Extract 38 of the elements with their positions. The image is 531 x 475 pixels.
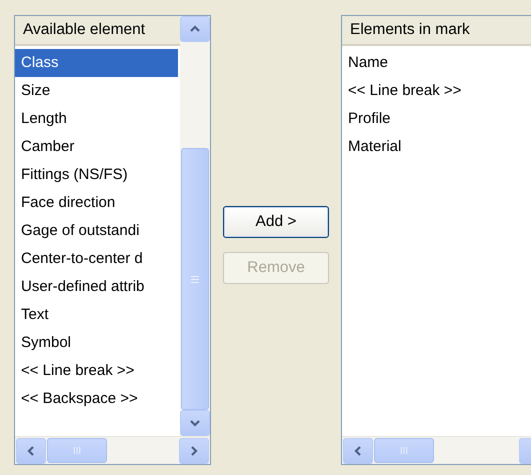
add-button[interactable]: Add > (223, 206, 329, 238)
scrollbar[interactable] (180, 16, 210, 436)
scroll-thumb[interactable] (181, 148, 209, 410)
chevron-icon (190, 420, 200, 427)
column-header: Elements in mark (342, 16, 531, 46)
scroll-right-button[interactable] (179, 438, 209, 464)
chevron-icon (191, 446, 198, 456)
scroll-thumb[interactable] (47, 438, 107, 463)
list-box[interactable]: Available element Class Size Length Camber Fittings (NS/FS) Face direction Gage of outstandi Center-to-center d User-defined attrib Text Symbol << Line break >> << Backspace >> (14, 15, 211, 465)
list-item[interactable]: Size (15, 77, 180, 105)
scroll-left-button[interactable] (16, 438, 46, 464)
list-item[interactable]: << Line break >> (342, 77, 531, 105)
chevron-icon (27, 446, 34, 456)
horizontal-scrollbar[interactable] (342, 436, 531, 464)
scroll-down-button[interactable] (180, 410, 210, 436)
scroll-thumb[interactable] (374, 438, 434, 463)
list-item[interactable]: Material (342, 133, 531, 161)
list-item[interactable]: Name (342, 49, 531, 77)
list-item[interactable]: << Line break >> (15, 357, 180, 385)
scroll-up-button[interactable] (180, 16, 210, 42)
list-item[interactable]: Center-to-center d (15, 245, 180, 273)
list-item[interactable]: Fittings (NS/FS) (15, 161, 180, 189)
list-item[interactable]: User-defined attrib (15, 273, 180, 301)
horizontal-scrollbar[interactable] (15, 436, 210, 464)
list-item[interactable]: Gage of outstandi (15, 217, 180, 245)
list-item[interactable]: Camber (15, 133, 180, 161)
chevron-icon (190, 25, 200, 32)
list-item[interactable]: Profile (342, 105, 531, 133)
list-item[interactable]: Length (15, 105, 180, 133)
chevron-icon (354, 446, 361, 456)
list-item[interactable]: Text (15, 301, 180, 329)
list-item[interactable]: Class (15, 49, 178, 77)
list-item[interactable]: Symbol (15, 329, 180, 357)
list-item[interactable]: Face direction (15, 189, 180, 217)
list-item[interactable]: << Backspace >> (15, 385, 180, 413)
scroll-left-button[interactable] (343, 438, 373, 464)
list-box[interactable]: Elements in mark Name << Line break >> Profile Material (341, 15, 531, 465)
column-header: Available element (15, 16, 180, 46)
